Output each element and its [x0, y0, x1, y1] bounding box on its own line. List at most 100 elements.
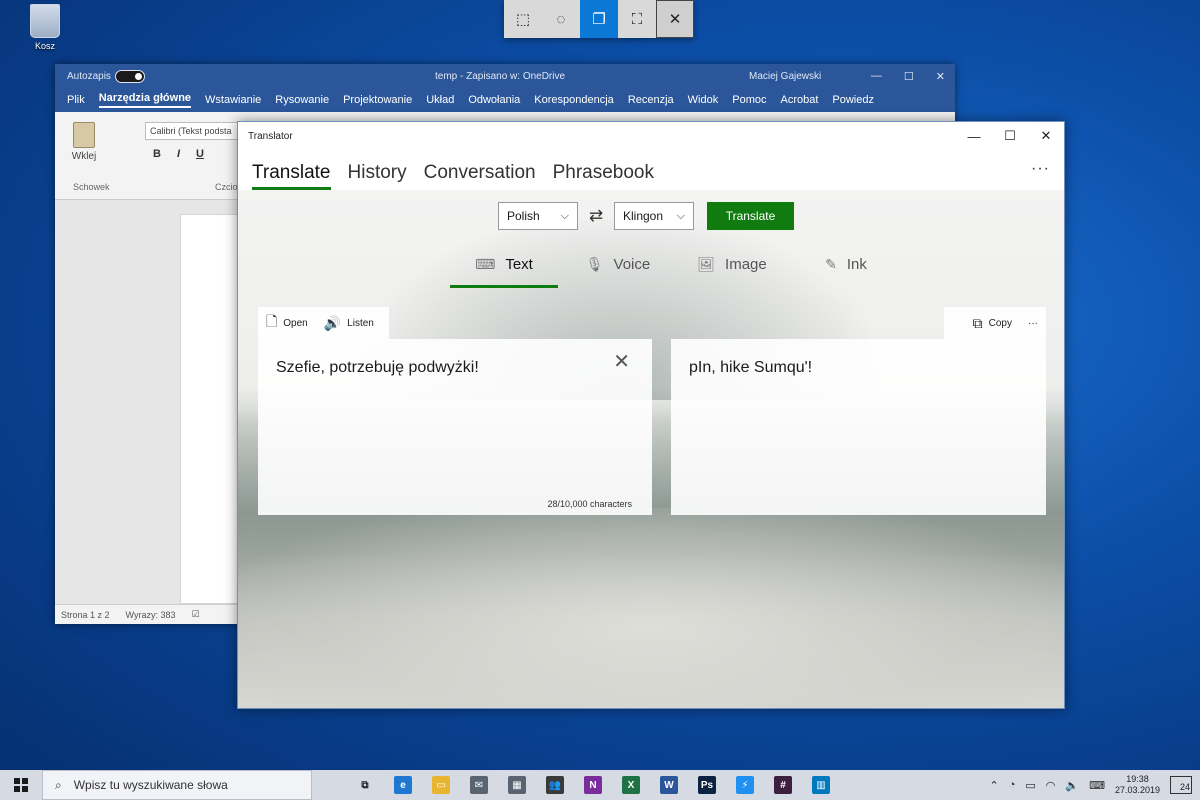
source-toolbar: 🗋 Open 🔊 Listen [258, 307, 389, 339]
clear-icon[interactable]: ✕ [613, 349, 630, 374]
network-icon[interactable]: ◔ [1009, 779, 1016, 791]
keyboard-icon[interactable]: ⌨ [1089, 779, 1105, 792]
recycle-bin-icon[interactable]: Kosz [22, 4, 68, 51]
chevron-down-icon: ⌵ [560, 209, 569, 222]
minimize-icon[interactable]: — [871, 70, 882, 83]
tab-draw[interactable]: Rysowanie [275, 94, 329, 106]
translate-button[interactable]: Translate [707, 202, 794, 230]
clipboard-icon [73, 122, 95, 148]
tab-tell-me[interactable]: Powiedz [832, 94, 874, 106]
copy-button[interactable]: ⧉ Copy [965, 307, 1020, 339]
bold-icon[interactable]: B [153, 148, 161, 160]
file-explorer-icon[interactable]: ▭ [422, 770, 460, 800]
taskbar-search[interactable]: ⌕ Wpisz tu wyszukiwane słowa [42, 770, 312, 800]
clipboard-group-label: Schowek [73, 182, 110, 192]
italic-icon[interactable]: I [177, 148, 180, 160]
paste-button[interactable]: Wklej [69, 122, 99, 162]
mode-image[interactable]: 🖼 Image [678, 240, 786, 288]
tab-design[interactable]: Projektowanie [343, 94, 412, 106]
source-language-select[interactable]: Polish ⌵ [498, 202, 578, 230]
chevron-up-icon[interactable]: ⌃ [989, 779, 998, 792]
source-text-input[interactable]: Szefie, potrzebuję podwyżki! ✕ 28/10,000… [258, 339, 652, 515]
minimize-icon[interactable]: — [956, 122, 992, 150]
mode-voice[interactable]: 🎙 Voice [564, 240, 672, 288]
user-name[interactable]: Maciej Gajewski [749, 71, 821, 82]
status-words[interactable]: Wyrazy: 383 [126, 610, 176, 620]
underline-icon[interactable]: U [196, 148, 204, 160]
volume-icon[interactable]: 🔈 [1065, 779, 1079, 792]
more-options-icon[interactable]: ··· [1031, 160, 1050, 178]
word-icon[interactable]: W [650, 770, 688, 800]
photoshop-icon[interactable]: Ps [688, 770, 726, 800]
autosave-toggle[interactable] [114, 69, 145, 83]
close-snip-icon[interactable]: ✕ [656, 0, 694, 38]
slack-icon[interactable]: # [764, 770, 802, 800]
tab-view[interactable]: Widok [688, 94, 719, 106]
mode-ink[interactable]: ✎ Ink [792, 240, 900, 288]
word-glyph: W [660, 776, 678, 794]
mode-voice-label: Voice [613, 255, 651, 273]
start-button[interactable] [0, 770, 42, 800]
proofing-icon[interactable]: ☑ [191, 609, 199, 620]
font-name-select[interactable]: Calibri (Tekst podsta [145, 122, 245, 140]
source-language-label: Polish [507, 209, 540, 223]
mail-icon[interactable]: ✉ [460, 770, 498, 800]
tab-phrasebook[interactable]: Phrasebook [553, 162, 654, 190]
close-icon[interactable]: ✕ [1028, 122, 1064, 150]
people-icon[interactable]: 👥 [536, 770, 574, 800]
output-more-icon[interactable]: ··· [1020, 307, 1046, 339]
tab-insert[interactable]: Wstawianie [205, 94, 261, 106]
onenote-glyph: N [584, 776, 602, 794]
window-title: Translator [248, 130, 293, 142]
calendar-icon[interactable]: ▦ [498, 770, 536, 800]
source-text: Szefie, potrzebuję podwyżki! [276, 359, 479, 376]
listen-button[interactable]: 🔊 Listen [316, 307, 382, 339]
clock[interactable]: 19:38 27.03.2019 [1115, 774, 1160, 796]
edge-icon[interactable]: e [384, 770, 422, 800]
onenote-icon[interactable]: N [574, 770, 612, 800]
tab-layout[interactable]: Układ [426, 94, 454, 106]
mode-text[interactable]: ⌨ Text [450, 240, 558, 288]
tab-help[interactable]: Pomoc [732, 94, 766, 106]
tab-home[interactable]: Narzędzia główne [98, 92, 192, 108]
edge-glyph: e [394, 776, 412, 794]
messenger-icon[interactable]: ⚡ [726, 770, 764, 800]
tab-mailings[interactable]: Korespondencja [534, 94, 614, 106]
input-mode-tabs: ⌨ Text 🎙 Voice 🖼 Image ✎ Ink [450, 240, 906, 288]
task-view-icon[interactable]: ⧉ [346, 770, 384, 800]
battery-icon[interactable]: ▭ [1025, 779, 1035, 792]
notification-center-icon[interactable]: 24 [1170, 776, 1192, 794]
document-page[interactable] [180, 214, 240, 604]
messenger-glyph: ⚡ [736, 776, 754, 794]
mail-glyph: ✉ [470, 776, 488, 794]
window-snip-icon[interactable]: ❐ [580, 0, 618, 38]
tab-references[interactable]: Odwołania [468, 94, 520, 106]
open-label: Open [283, 317, 308, 329]
recycle-bin-label: Kosz [34, 41, 55, 51]
tab-file[interactable]: Plik [67, 94, 85, 106]
freeform-snip-icon[interactable]: ◌ [542, 0, 580, 38]
trash-icon [30, 4, 60, 38]
tab-acrobat[interactable]: Acrobat [780, 94, 818, 106]
tab-history[interactable]: History [348, 162, 407, 190]
excel-icon[interactable]: X [612, 770, 650, 800]
copy-icon: ⧉ [972, 314, 983, 331]
target-language-select[interactable]: Klingon ⌵ [614, 202, 694, 230]
fullscreen-snip-icon[interactable]: ⛶ [618, 0, 656, 38]
swap-languages-icon[interactable]: ⇄ [586, 206, 606, 226]
tab-translate[interactable]: Translate [252, 162, 331, 190]
language-bar: Polish ⌵ ⇄ Klingon ⌵ Translate [498, 202, 794, 230]
source-panel-wrap: 🗋 Open 🔊 Listen Szefie, potrzebuję podwy… [258, 307, 652, 515]
rectangle-snip-icon[interactable]: ⬚ [504, 0, 542, 38]
open-button[interactable]: 🗋 Open [258, 307, 316, 339]
tab-review[interactable]: Recenzja [628, 94, 674, 106]
wifi-icon[interactable]: ◠ [1046, 779, 1056, 792]
tab-conversation[interactable]: Conversation [424, 162, 536, 190]
close-icon[interactable]: ✕ [936, 70, 945, 83]
maximize-icon[interactable]: ☐ [904, 70, 914, 83]
status-page[interactable]: Strona 1 z 2 [61, 610, 110, 620]
pivot-tabs: Translate History Conversation Phraseboo… [238, 150, 1064, 190]
trello-icon[interactable]: ▥ [802, 770, 840, 800]
clock-time: 19:38 [1126, 774, 1149, 784]
maximize-icon[interactable]: ☐ [992, 122, 1028, 150]
